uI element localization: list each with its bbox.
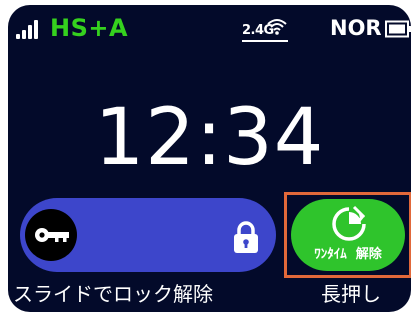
lock-icon	[234, 221, 258, 253]
key-icon	[35, 228, 69, 242]
battery-icon	[385, 20, 411, 38]
device-screen: HS+A 2.4G NOR 12:34 ﾜﾝﾀｲﾑ 解除 スライドでロック解除 …	[8, 5, 411, 312]
onetime-unlock-button[interactable]: ﾜﾝﾀｲﾑ 解除	[291, 199, 405, 271]
clock-time: 12:34	[94, 93, 325, 183]
onetime-unlock-label: ﾜﾝﾀｲﾑ 解除	[314, 247, 382, 262]
mode-label: NOR	[330, 16, 382, 40]
wifi-icon	[267, 19, 287, 35]
onetime-unlock-highlight: ﾜﾝﾀｲﾑ 解除	[284, 192, 411, 278]
timer-icon	[332, 205, 366, 241]
slider-knob[interactable]	[25, 209, 77, 261]
network-type: HS+A	[50, 14, 129, 42]
band-underline	[242, 40, 288, 42]
slide-unlock-caption: スライドでロック解除	[13, 282, 213, 306]
wifi-band-indicator: 2.4G	[242, 18, 288, 44]
slide-unlock-slider[interactable]	[20, 198, 276, 272]
signal-icon	[16, 17, 44, 39]
long-press-caption: 長押し	[321, 282, 381, 306]
